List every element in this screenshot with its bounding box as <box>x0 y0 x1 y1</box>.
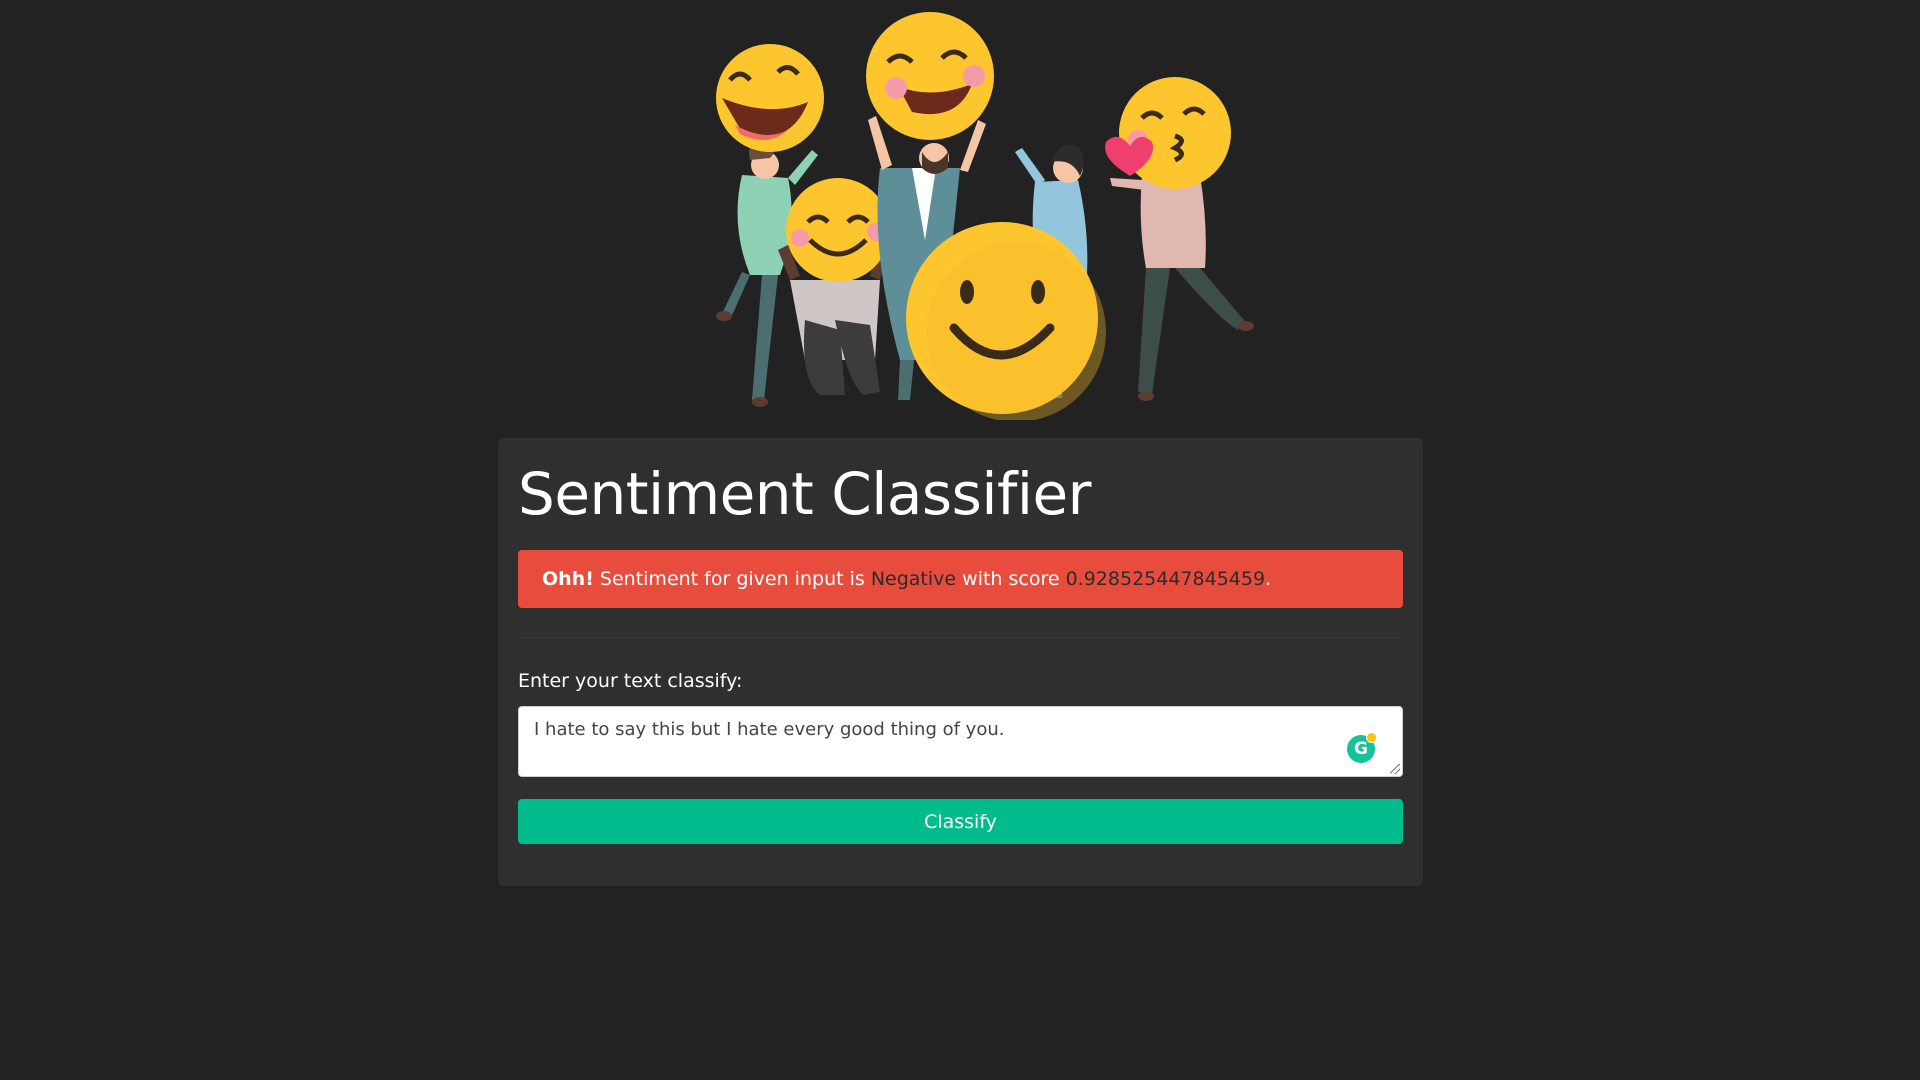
grammarly-icon[interactable]: G <box>1347 732 1377 763</box>
text-input-value[interactable]: I hate to say this but I hate every good… <box>534 719 1004 740</box>
emoji-people-illustration <box>716 12 1254 420</box>
hero-illustration <box>660 0 1260 420</box>
person-green-shirt <box>716 144 818 407</box>
alert-text-before: Sentiment for given input is <box>593 568 871 590</box>
person-pink-shirt <box>1110 175 1254 401</box>
emoji-blushing <box>786 178 890 282</box>
divider <box>518 637 1403 638</box>
text-input[interactable]: I hate to say this but I hate every good… <box>518 706 1403 777</box>
page: Sentiment Classifier Ohh! Sentiment for … <box>0 0 1920 1080</box>
classifier-card: Sentiment Classifier Ohh! Sentiment for … <box>498 438 1423 886</box>
resize-handle-icon[interactable] <box>1390 764 1400 774</box>
emoji-laughing-1 <box>716 44 824 152</box>
emoji-laughing-2 <box>866 12 994 140</box>
alert-sentiment: Negative <box>870 568 957 590</box>
grammarly-status-dot <box>1366 732 1377 743</box>
page-title: Sentiment Classifier <box>518 460 1092 528</box>
alert-score: 0.928525447845459 <box>1065 568 1266 590</box>
input-label: Enter your text classify: <box>518 670 743 692</box>
classify-button[interactable]: Classify <box>518 799 1403 844</box>
alert-text-after: . <box>1265 568 1272 590</box>
alert-text-middle: with score <box>956 568 1066 590</box>
result-alert: Ohh! Sentiment for given input is Negati… <box>518 550 1403 608</box>
alert-prefix: Ohh! <box>542 568 594 590</box>
emoji-kissing <box>1105 77 1231 189</box>
